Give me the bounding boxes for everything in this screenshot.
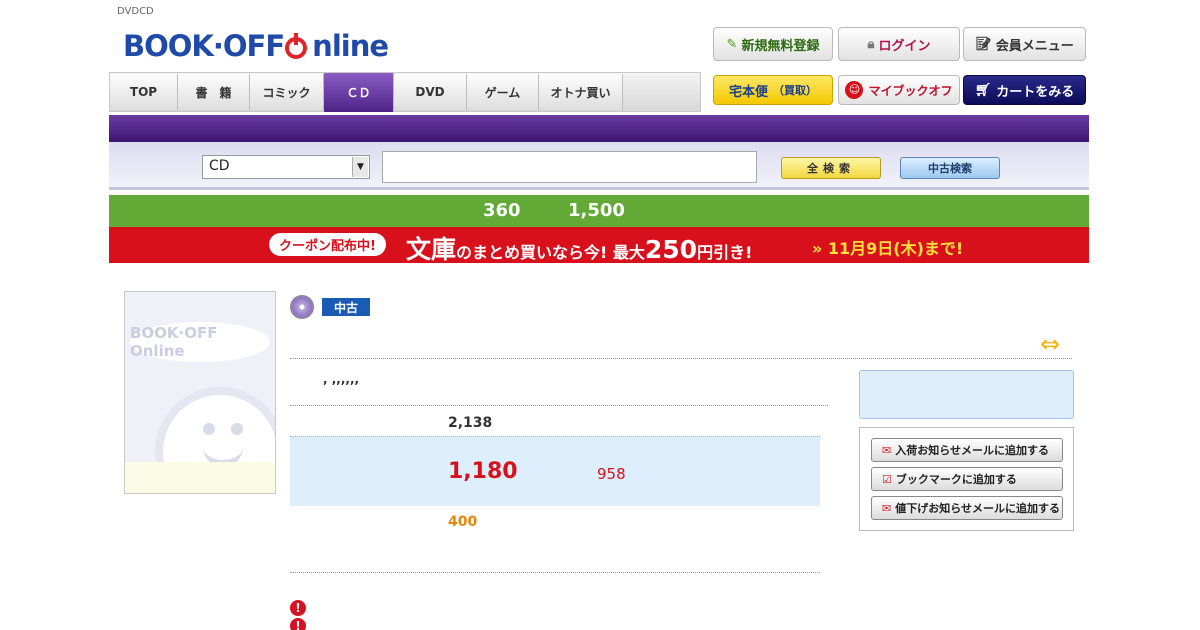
green-banner[interactable]: 360 1,500: [109, 195, 1089, 227]
search-bar: CD ▼ 全検索 中古検索: [109, 142, 1089, 190]
list-price: 2,138: [448, 415, 493, 431]
tab-books[interactable]: 書 籍: [178, 74, 250, 110]
breadcrumb[interactable]: DVDCD: [117, 6, 154, 17]
alert-icon: !: [290, 600, 306, 616]
used-search-button[interactable]: 中古検索: [900, 157, 1000, 179]
site-logo[interactable]: BOOK·OFF nline: [123, 25, 389, 67]
green-banner-right-value: 1,500: [568, 200, 625, 221]
checkbox-icon: ☑: [882, 472, 892, 486]
tab-bulk-buy[interactable]: オトナ買い: [539, 74, 623, 110]
points-value: 400: [448, 514, 478, 530]
tab-comics[interactable]: コミック: [250, 74, 324, 110]
search-input[interactable]: [382, 151, 757, 183]
tab-cd[interactable]: ＣＤ: [324, 73, 394, 112]
chevron-down-icon: ▼: [352, 157, 368, 177]
price-drop-mail-button[interactable]: ✉ 値下げお知らせメールに追加する: [871, 496, 1063, 520]
condition-badge: 中古: [322, 298, 370, 316]
alert-icon: !: [290, 618, 306, 630]
page: DVDCD BOOK·OFF nline ✎ 新規無料登録 🔒︎ ログイン 📝︎ …: [0, 0, 1200, 630]
bookmark-button[interactable]: ☑ ブックマークに追加する: [871, 467, 1063, 491]
divider: [290, 405, 828, 406]
all-search-button[interactable]: 全検索: [781, 157, 881, 179]
mail-icon: ✉: [882, 501, 892, 515]
login-button[interactable]: 🔒︎ ログイン: [838, 27, 960, 61]
sale-price-sub: 958: [597, 465, 626, 483]
swap-arrow-icon[interactable]: ⇔: [1040, 330, 1060, 358]
product-title: , ,,,,,,: [323, 372, 360, 386]
coupon-banner[interactable]: クーポン配布中! 文庫のまとめ買いなら今! 最大250円引き! » 11月9日(…: [109, 227, 1089, 264]
green-banner-left-value: 360: [483, 200, 521, 221]
product-thumbnail: BOOK·OFF Online: [124, 291, 276, 494]
lock-icon: 🔒︎: [867, 36, 875, 52]
pencil-icon: ✎: [726, 36, 738, 52]
promo-deadline: » 11月9日(木)まで!: [812, 239, 964, 258]
tab-games[interactable]: ゲーム: [467, 74, 539, 110]
tab-top[interactable]: TOP: [110, 74, 178, 110]
takuhaibin-button[interactable]: 宅本便 （買取）: [713, 75, 833, 105]
notify-actions: ✉ 入荷お知らせメールに追加する ☑ ブックマークに追加する ✉ 値下げお知らせ…: [859, 427, 1074, 531]
category-nav: TOP 書 籍 コミック ＣＤ DVD ゲーム オトナ買い: [109, 72, 701, 112]
smiley-icon: ☺: [845, 81, 864, 99]
register-button[interactable]: ✎ 新規無料登録: [713, 27, 833, 61]
cart-icon: 🛒︎: [974, 82, 992, 98]
search-category-select[interactable]: CD ▼: [202, 155, 370, 179]
coupon-label: クーポン配布中!: [269, 233, 386, 256]
tab-dvd[interactable]: DVD: [394, 74, 467, 110]
mail-icon: ✉: [882, 443, 892, 457]
cart-action-box: [859, 370, 1074, 419]
divider: [290, 572, 820, 573]
member-menu-button[interactable]: 📝︎ 会員メニュー: [963, 27, 1086, 61]
cart-button[interactable]: 🛒︎ カートをみる: [963, 75, 1086, 105]
clipboard-icon: 📝︎: [975, 36, 992, 52]
cd-icon: [290, 295, 314, 319]
sale-price-box: 1,180 958: [290, 436, 820, 506]
power-icon: [285, 33, 308, 59]
divider: [290, 358, 1072, 359]
sale-price: 1,180: [448, 459, 518, 484]
mybookoff-button[interactable]: ☺ マイブックオフ: [838, 75, 960, 105]
purple-band: [109, 115, 1089, 142]
arrival-mail-button[interactable]: ✉ 入荷お知らせメールに追加する: [871, 438, 1063, 462]
placeholder-logo: BOOK·OFF Online: [130, 322, 270, 362]
promo-text: 文庫のまとめ買いなら今! 最大250円引き!: [406, 235, 753, 264]
